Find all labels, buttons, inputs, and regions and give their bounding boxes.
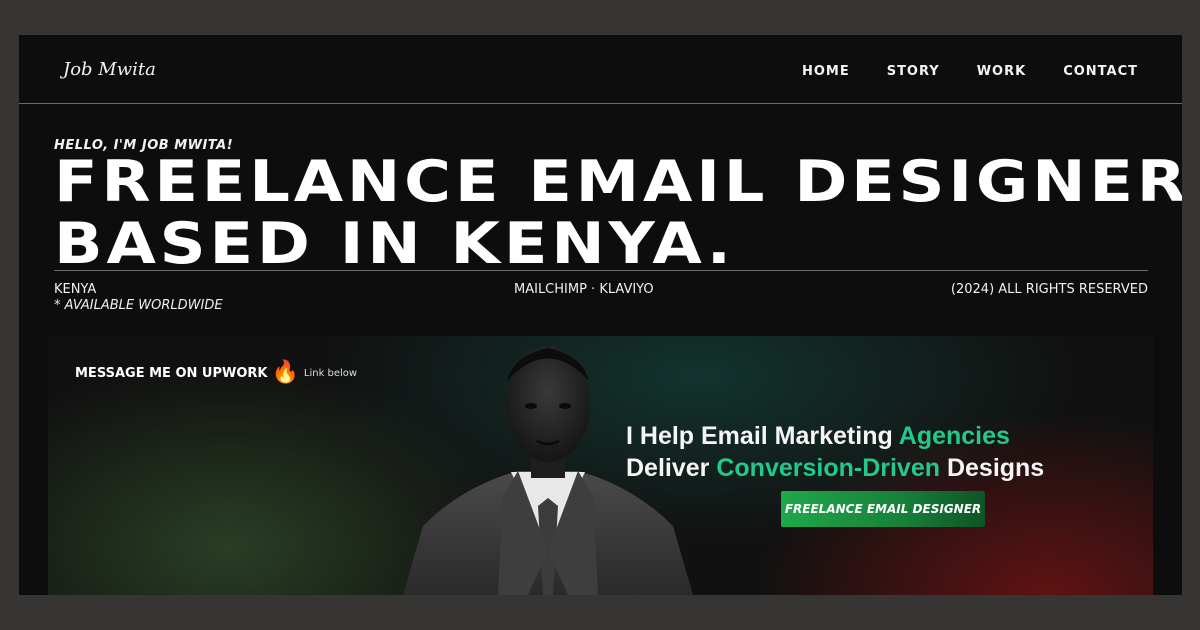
- upwork-callout: MESSAGE ME ON UPWORK 🔥 Link below: [75, 362, 357, 384]
- page-frame: Job Mwita HOME STORY WORK CONTACT HELLO,…: [19, 35, 1182, 595]
- hero-headline-line2: BASED IN KENYA.: [54, 211, 735, 277]
- nav-home[interactable]: HOME: [802, 64, 850, 79]
- tagline-line1: I Help Email Marketing Agencies: [626, 420, 1044, 452]
- tools-text: MAILCHIMP · KLAVIYO: [514, 282, 654, 297]
- tagline-part1: I Help Email Marketing: [626, 422, 899, 450]
- tagline-accent-agencies: Agencies: [898, 422, 1010, 450]
- banner-tagline: I Help Email Marketing Agencies Deliver …: [626, 420, 1044, 484]
- hero-headline-line1: FREELANCE EMAIL DESIGNER,: [54, 149, 1182, 215]
- tagline-accent-conversion: Conversion-Driven: [716, 454, 941, 482]
- freelance-email-designer-badge[interactable]: FREELANCE EMAIL DESIGNER: [781, 491, 985, 527]
- link-hint: Link below: [303, 367, 358, 379]
- tagline-line2: Deliver Conversion-Driven Designs: [626, 452, 1044, 484]
- availability-text: * AVAILABLE WORLDWIDE: [54, 298, 223, 313]
- copyright-text: (2024) ALL RIGHTS RESERVED: [950, 282, 1148, 297]
- nav-story[interactable]: STORY: [887, 64, 940, 79]
- location-text: KENYA: [54, 282, 97, 297]
- upwork-label: MESSAGE ME ON UPWORK: [75, 365, 268, 381]
- nav-links: HOME STORY WORK CONTACT: [802, 64, 1138, 79]
- tagline-part2: Deliver: [626, 454, 717, 482]
- nav-work[interactable]: WORK: [977, 64, 1026, 79]
- nav-contact[interactable]: CONTACT: [1063, 64, 1138, 79]
- hero-headline: FREELANCE EMAIL DESIGNER, BASED IN KENYA…: [54, 151, 1182, 275]
- fire-icon: 🔥: [271, 360, 299, 385]
- hero-banner-image: MESSAGE ME ON UPWORK 🔥 Link below I Help…: [48, 336, 1153, 595]
- location-block: KENYA * AVAILABLE WORLDWIDE: [54, 282, 223, 313]
- top-navigation: Job Mwita HOME STORY WORK CONTACT: [19, 35, 1182, 104]
- tagline-part3: Designs: [940, 454, 1045, 482]
- site-logo[interactable]: Job Mwita: [63, 59, 156, 80]
- hero-divider: [54, 270, 1148, 271]
